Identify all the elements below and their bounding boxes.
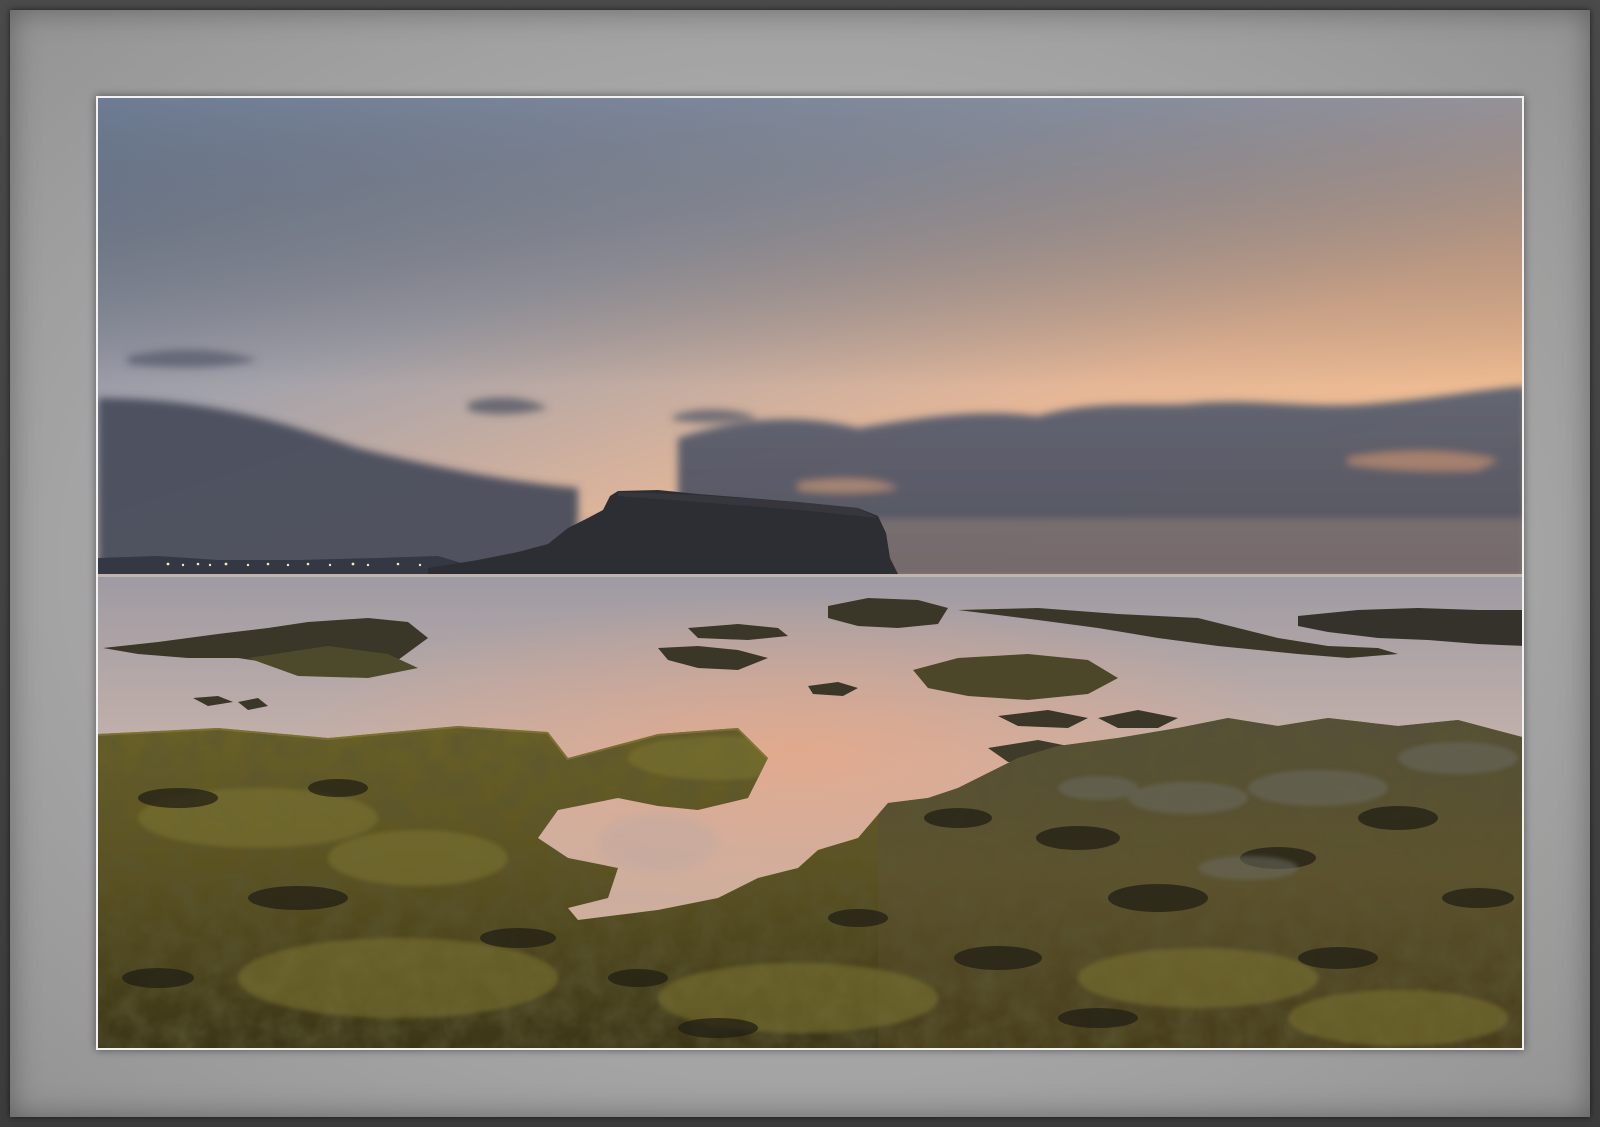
seascape-photo — [98, 98, 1522, 1048]
picture-mat — [10, 10, 1590, 1117]
photo — [96, 96, 1524, 1050]
tide-pool — [598, 813, 718, 873]
outer-frame — [0, 0, 1600, 1127]
